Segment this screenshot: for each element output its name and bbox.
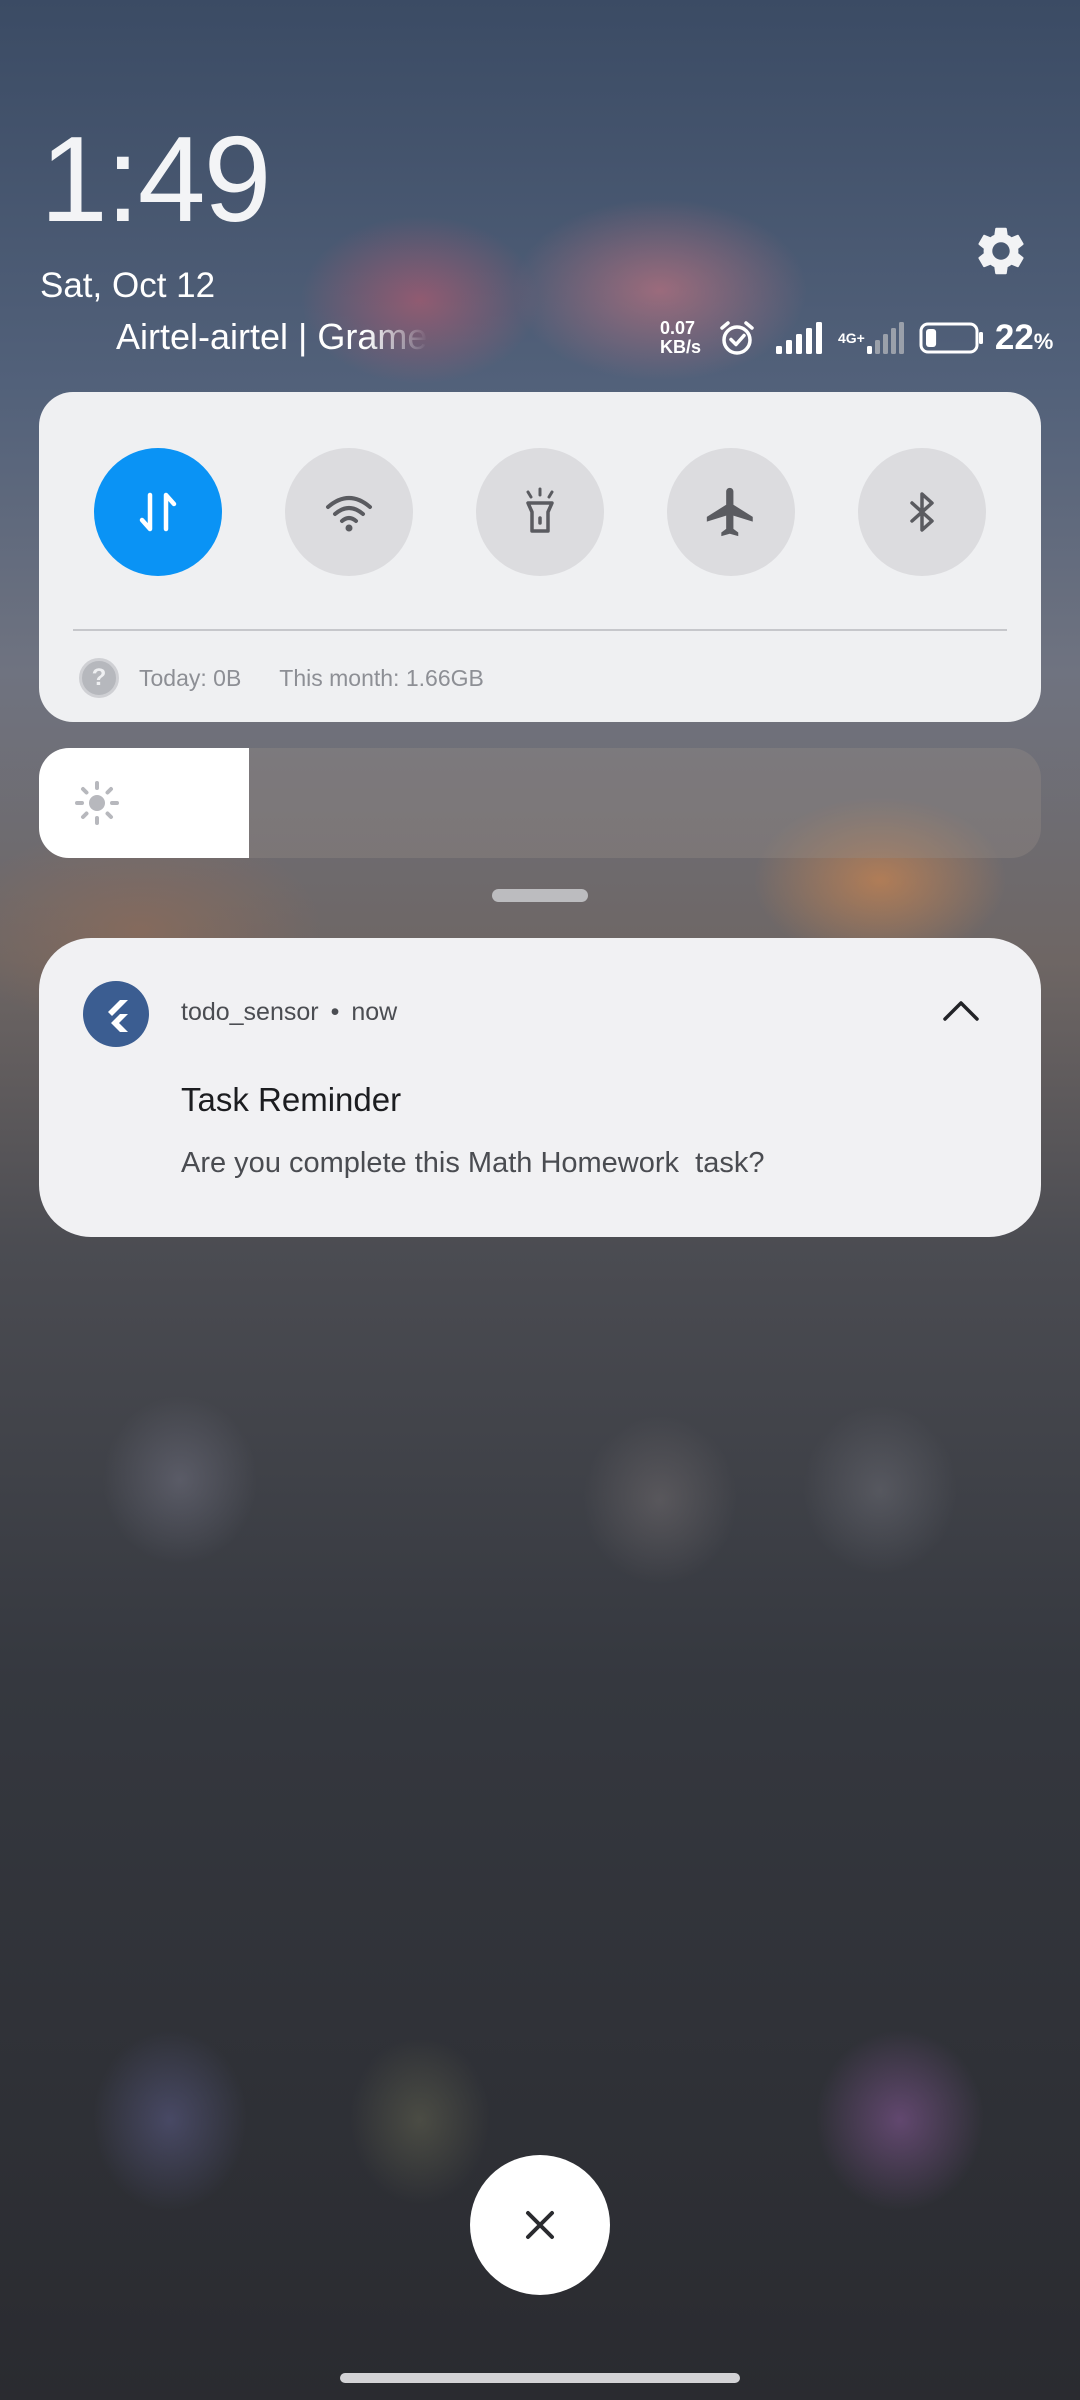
meta-separator: • <box>330 998 340 1026</box>
brightness-level <box>39 748 250 858</box>
dismiss-all-button[interactable] <box>470 2155 610 2295</box>
notification-title: Task Reminder <box>181 1081 402 1118</box>
carrier-name: Airtel-airtel | Grameenphone <box>116 316 428 357</box>
panel-drag-handle[interactable] <box>492 889 588 902</box>
qs-divider <box>73 629 1007 631</box>
help-icon: ? <box>79 658 119 698</box>
mobile-data-toggle[interactable] <box>94 448 222 576</box>
alarm-icon <box>720 321 754 355</box>
airplane-mode-toggle[interactable] <box>667 448 795 576</box>
airplane-icon <box>706 487 753 537</box>
brightness-slider[interactable] <box>39 748 1041 858</box>
clock-date: Sat, Oct 12 <box>40 266 216 305</box>
home-indicator[interactable] <box>340 2373 740 2383</box>
app-icon <box>83 981 149 1047</box>
data-usage-today: Today: 0B <box>139 664 242 691</box>
battery-percent-value: 22 <box>994 318 1034 357</box>
network-speed-unit: KB/s <box>660 337 702 357</box>
signal-icon <box>776 322 822 354</box>
settings-icon[interactable] <box>972 222 1030 280</box>
notification-header: todo_sensor • now <box>181 998 397 1027</box>
data-usage-month: This month: 1.66GB <box>279 664 484 691</box>
battery-percent: 22% <box>995 318 1054 358</box>
status-bar: 0.07 KB/s 4G+ 22% <box>660 316 1053 360</box>
notification-card[interactable]: todo_sensor • now Task Reminder Are you … <box>39 938 1041 1237</box>
flutter-icon <box>108 1000 128 1032</box>
notification-time: now <box>351 998 398 1026</box>
battery-percent-unit: % <box>1033 329 1054 354</box>
quick-settings-panel: ? Today: 0B This month: 1.66GB <box>39 392 1041 722</box>
flashlight-toggle[interactable] <box>476 448 604 576</box>
signal-icon <box>866 322 904 354</box>
sun-icon <box>75 781 119 825</box>
notification-body: Are you complete this Math Homework task… <box>181 1147 765 1179</box>
network-speed: 0.07 KB/s <box>660 319 704 357</box>
network-type: 4G+ <box>838 330 865 346</box>
clock-time: 1:49 <box>40 111 271 247</box>
wifi-icon <box>326 496 372 532</box>
bluetooth-toggle[interactable] <box>858 448 986 576</box>
close-icon <box>526 2211 554 2239</box>
battery-icon <box>919 322 983 354</box>
chevron-up-icon <box>943 1001 979 1021</box>
bluetooth-icon <box>910 492 934 532</box>
data-transfer-icon <box>139 492 177 532</box>
network-speed-value: 0.07 <box>660 318 696 338</box>
wifi-toggle[interactable] <box>285 448 413 576</box>
flashlight-icon <box>526 487 554 533</box>
data-usage[interactable]: ? Today: 0B This month: 1.66GB <box>79 658 484 698</box>
app-name: todo_sensor <box>181 998 319 1026</box>
collapse-button[interactable] <box>925 974 997 1046</box>
